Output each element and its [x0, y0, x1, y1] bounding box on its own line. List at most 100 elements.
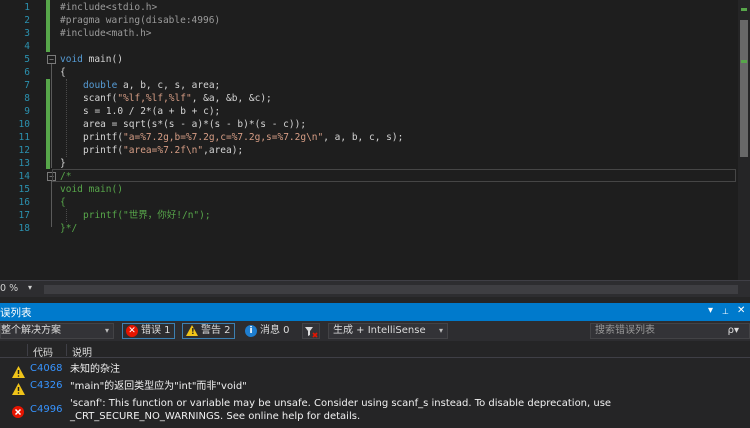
code-line-18: }*/	[60, 222, 77, 235]
code-line-14: /*	[60, 170, 71, 183]
error-list-row[interactable]: C4068 未知的杂注	[0, 361, 750, 378]
column-divider	[66, 344, 67, 356]
error-list-toolbar: 整个解决方案 ▾ ✕ 错误 1 ! 警告 2 i 消息 0 生成 + Intel…	[0, 321, 750, 341]
search-placeholder: 搜索错误列表	[595, 325, 655, 336]
code-text: main()	[82, 54, 123, 65]
info-circle-icon: i	[245, 325, 257, 337]
code-text: }	[60, 158, 66, 169]
build-source-dropdown[interactable]: 生成 + IntelliSense ▾	[328, 323, 448, 339]
line-number: 2	[24, 15, 30, 26]
code-line-17: printf("世界，你好!/n");	[83, 209, 211, 222]
code-text: , a, b, c, s);	[323, 132, 404, 143]
messages-filter-button[interactable]: i 消息 0	[241, 323, 294, 339]
dropdown-icon[interactable]: ▾	[708, 305, 713, 316]
vertical-scrollbar[interactable]	[738, 0, 750, 280]
code-line-10: area = sqrt(s*(s - a)*(s - b)*(s - c));	[83, 118, 306, 131]
code-line-8: scanf("%lf,%lf,%lf", &a, &b, &c);	[83, 92, 272, 105]
code-text: ,area);	[203, 145, 244, 156]
chevron-down-icon: ▾	[104, 326, 109, 335]
error-code-link[interactable]: C4068	[30, 363, 62, 374]
error-list-panel: 误列表 ▾ ⊥ ✕ 整个解决方案 ▾ ✕ 错误 1 ! 警告 2 i 消息 0	[0, 297, 750, 428]
code-line-5: void main()	[60, 53, 123, 66]
code-text-area[interactable]: #include<stdio.h> #pragma waring(disable…	[52, 0, 738, 280]
preprocessor-directive: #include<stdio.h>	[60, 2, 158, 13]
code-line-15: void main()	[60, 183, 123, 196]
exclamation-icon: !	[191, 327, 195, 336]
changed-lines-marker	[46, 79, 50, 169]
line-number: 6	[24, 67, 30, 78]
line-number: 15	[18, 184, 30, 195]
column-header-code[interactable]: 代码	[33, 344, 53, 359]
warnings-filter-button[interactable]: ! 警告 2	[182, 323, 235, 339]
code-line-6: {	[60, 66, 66, 79]
zoom-level[interactable]: 0 %	[0, 283, 18, 294]
code-line-13: }	[60, 157, 66, 170]
search-error-list-input[interactable]: 搜索错误列表 ρ▾	[590, 323, 750, 339]
line-number: 14	[18, 171, 30, 182]
code-line-7: double a, b, c, s, area;	[83, 79, 220, 92]
panel-title-bar: 误列表 ▾ ⊥ ✕	[0, 303, 750, 321]
error-list-row[interactable]: C4996 'scanf': This function or variable…	[0, 395, 750, 425]
line-number: 9	[24, 106, 30, 117]
string-literal: "area=%7.2f\n"	[123, 145, 204, 156]
errors-filter-button[interactable]: ✕ 错误 1	[122, 323, 175, 339]
string-literal: "a=%7.2g,b=%7.2g,c=%7.2g,s=%7.2g\n"	[123, 132, 324, 143]
line-number: 3	[24, 28, 30, 39]
line-number: 16	[18, 197, 30, 208]
line-number: 12	[18, 145, 30, 156]
code-line-16: {	[60, 196, 66, 209]
line-number: 17	[18, 210, 30, 221]
filter-icon[interactable]	[302, 323, 320, 339]
line-number: 5	[24, 54, 30, 65]
line-number: 7	[24, 80, 30, 91]
close-icon[interactable]: ✕	[737, 305, 745, 316]
error-code-link[interactable]: C4996	[30, 404, 62, 415]
code-text: area = sqrt(s*(s - a)*(s - b)*(s - c));	[83, 119, 307, 130]
code-editor[interactable]: 1 2 3 4 5 6 7 8 9 10 11 12 13 14 15 16 1…	[0, 0, 750, 280]
messages-filter-label: 消息 0	[260, 325, 290, 336]
horizontal-scrollbar[interactable]	[44, 285, 738, 294]
code-line-11: printf("a=%7.2g,b=%7.2g,c=%7.2g,s=%7.2g\…	[83, 131, 403, 144]
scope-label: 整个解决方案	[1, 325, 61, 336]
comment-text: {	[60, 197, 66, 208]
code-text: printf(	[83, 132, 124, 143]
error-circle-icon: ✕	[126, 325, 138, 337]
error-circle-icon	[12, 403, 24, 422]
line-number-gutter: 1 2 3 4 5 6 7 8 9 10 11 12 13 14 15 16 1…	[0, 0, 32, 280]
line-number: 8	[24, 93, 30, 104]
code-text: , &a, &b, &c);	[191, 93, 272, 104]
error-list-row[interactable]: C4326 "main"的返回类型应为"int"而非"void"	[0, 378, 750, 395]
warnings-filter-label: 警告 2	[201, 325, 231, 336]
code-line-2: #pragma waring(disable:4996)	[60, 14, 220, 27]
error-code-link[interactable]: C4326	[30, 380, 62, 391]
code-line-1: #include<stdio.h>	[60, 1, 157, 14]
line-number: 1	[24, 2, 30, 13]
preprocessor-directive: #include<math.h>	[60, 28, 152, 39]
error-description: "main"的返回类型应为"int"而非"void"	[70, 381, 247, 392]
column-divider	[27, 344, 28, 356]
scrollbar-thumb[interactable]	[740, 20, 748, 157]
preprocessor-directive: #pragma waring(disable:4996)	[60, 15, 221, 26]
line-number: 11	[18, 132, 30, 143]
code-text: {	[60, 67, 66, 78]
line-number: 18	[18, 223, 30, 234]
keyword: double	[83, 80, 118, 91]
line-number: 13	[18, 158, 30, 169]
code-line-12: printf("area=%7.2f\n",area);	[83, 144, 243, 157]
string-literal: "%lf,%lf,%lf"	[117, 93, 192, 104]
comment-text: }*/	[60, 223, 78, 234]
chevron-down-icon: ▾	[438, 326, 443, 335]
pin-icon[interactable]: ⊥	[722, 307, 729, 316]
build-source-label: 生成 + IntelliSense	[333, 325, 426, 336]
error-description: 未知的杂注	[70, 364, 120, 375]
line-number: 10	[18, 119, 30, 130]
comment-text: /*	[60, 171, 72, 182]
line-number: 4	[24, 41, 30, 52]
scope-dropdown[interactable]: 整个解决方案 ▾	[0, 323, 114, 339]
editor-status-row: 0 % ▾	[0, 280, 750, 297]
changed-lines-marker	[46, 0, 50, 52]
chevron-down-icon[interactable]: ▾	[28, 283, 32, 292]
search-icon[interactable]: ρ▾	[728, 324, 739, 338]
column-header-description[interactable]: 说明	[72, 344, 92, 359]
code-text: a, b, c, s, area;	[117, 80, 221, 91]
